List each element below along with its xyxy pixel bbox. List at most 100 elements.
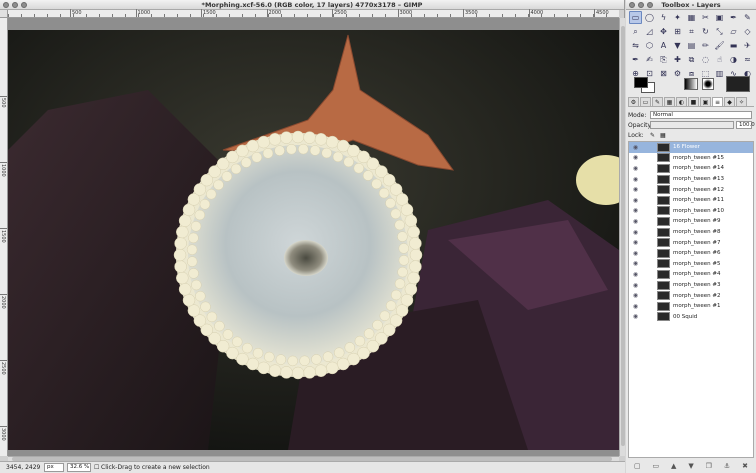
eye-icon[interactable]: ◉ bbox=[631, 259, 640, 268]
heal-icon[interactable]: ✚ bbox=[671, 53, 684, 66]
mypaint-icon[interactable]: ✍ bbox=[643, 53, 656, 66]
opacity-value[interactable]: 100.0 bbox=[736, 121, 755, 129]
ruler-corner[interactable] bbox=[0, 10, 8, 18]
color-picker-icon[interactable]: ✎ bbox=[741, 11, 754, 24]
cage-icon[interactable]: ⬡ bbox=[643, 39, 656, 52]
smudge-icon[interactable]: ☝ bbox=[713, 53, 726, 66]
cancel-icon[interactable]: ☐ bbox=[94, 462, 99, 473]
crop-icon[interactable]: ⌗ bbox=[685, 25, 698, 38]
text-icon[interactable]: A bbox=[657, 39, 670, 52]
active-image-thumbnail[interactable] bbox=[726, 76, 750, 92]
align-icon[interactable]: ⊞ bbox=[671, 25, 684, 38]
eye-icon[interactable]: ◉ bbox=[631, 312, 640, 321]
warp-icon[interactable]: ≈ bbox=[741, 53, 754, 66]
lock-alpha-icon[interactable]: ▦ bbox=[660, 131, 666, 140]
eye-icon[interactable]: ◉ bbox=[631, 196, 640, 205]
layer-row[interactable]: ◉ morph_tween #5 bbox=[629, 259, 753, 270]
canvas-image[interactable] bbox=[8, 30, 619, 450]
layer-thumbnail[interactable] bbox=[657, 301, 670, 311]
anchor-layer-icon[interactable]: ⚓ bbox=[724, 462, 730, 470]
eye-icon[interactable]: ◉ bbox=[631, 175, 640, 184]
blend-icon[interactable]: ▤ bbox=[685, 39, 698, 52]
move-icon[interactable]: ✥ bbox=[657, 25, 670, 38]
layer-row[interactable]: ◉ morph_tween #4 bbox=[629, 269, 753, 280]
tab-channels[interactable]: ◆ bbox=[724, 97, 735, 107]
layer-thumbnail[interactable] bbox=[657, 291, 670, 301]
layer-row[interactable]: ◉ morph_tween #10 bbox=[629, 206, 753, 217]
blur-icon[interactable]: ◌ bbox=[699, 53, 712, 66]
perspective-clone-icon[interactable]: ⧉ bbox=[685, 53, 698, 66]
airbrush-icon[interactable]: ✈ bbox=[741, 39, 754, 52]
perspective-icon[interactable]: ◇ bbox=[741, 25, 754, 38]
delete-layer-icon[interactable]: ✖ bbox=[742, 462, 748, 470]
eye-icon[interactable]: ◉ bbox=[631, 206, 640, 215]
bucket-fill-icon[interactable]: ▼ bbox=[671, 39, 684, 52]
layer-thumbnail[interactable] bbox=[657, 185, 670, 195]
foreground-select-icon[interactable]: ▣ bbox=[713, 11, 726, 24]
eye-icon[interactable]: ◉ bbox=[631, 270, 640, 279]
layer-row[interactable]: ◉ morph_tween #11 bbox=[629, 195, 753, 206]
layer-thumbnail[interactable] bbox=[657, 227, 670, 237]
rect-select-icon[interactable]: ▭ bbox=[629, 11, 642, 24]
zoom-icon[interactable]: ⌕ bbox=[629, 25, 642, 38]
opacity-slider[interactable] bbox=[650, 121, 734, 129]
paintbrush-icon[interactable]: 🖌 bbox=[713, 39, 726, 52]
ellipse-select-icon[interactable]: ◯ bbox=[643, 11, 656, 24]
close-icon[interactable] bbox=[629, 2, 635, 8]
eye-icon[interactable]: ◉ bbox=[631, 185, 640, 194]
layer-thumbnail[interactable] bbox=[657, 248, 670, 258]
layer-row[interactable]: ◉ morph_tween #6 bbox=[629, 248, 753, 259]
brush-preview[interactable] bbox=[702, 78, 714, 90]
dock-titlebar[interactable]: Toolbox - Layers bbox=[626, 0, 756, 10]
tab-images[interactable]: ▣ bbox=[700, 97, 711, 107]
layer-thumbnail[interactable] bbox=[657, 206, 670, 216]
layer-row[interactable]: ◉ morph_tween #12 bbox=[629, 184, 753, 195]
eye-icon[interactable]: ◉ bbox=[631, 291, 640, 300]
new-layer-icon[interactable]: ▢ bbox=[634, 462, 641, 470]
layer-row[interactable]: ◉ morph_tween #3 bbox=[629, 280, 753, 291]
layer-thumbnail[interactable] bbox=[657, 238, 670, 248]
scissors-select-icon[interactable]: ✂ bbox=[699, 11, 712, 24]
maximize-icon[interactable] bbox=[21, 2, 27, 8]
layer-thumbnail[interactable] bbox=[657, 163, 670, 173]
layer-row[interactable]: ◉ 16 Flower bbox=[629, 142, 753, 153]
unit-select[interactable]: px bbox=[44, 463, 64, 472]
eye-icon[interactable]: ◉ bbox=[631, 281, 640, 290]
layer-thumbnail[interactable] bbox=[657, 142, 670, 152]
vertical-ruler[interactable]: 500 1000 1500 2000 2500 3000 bbox=[0, 18, 8, 456]
layer-row[interactable]: ◉ morph_tween #8 bbox=[629, 227, 753, 238]
ink-icon[interactable]: ✒ bbox=[629, 53, 642, 66]
tab-layers[interactable]: ≡ bbox=[712, 97, 723, 107]
tab-brushes[interactable]: ✎ bbox=[652, 97, 663, 107]
flip-icon[interactable]: ⇋ bbox=[629, 39, 642, 52]
fuzzy-select-icon[interactable]: ✦ bbox=[671, 11, 684, 24]
foreground-color-swatch[interactable] bbox=[634, 77, 648, 88]
eye-icon[interactable]: ◉ bbox=[631, 249, 640, 258]
new-layer-group-icon[interactable]: ▭ bbox=[653, 462, 660, 470]
layer-thumbnail[interactable] bbox=[657, 259, 670, 269]
mode-select[interactable]: Normal bbox=[650, 111, 752, 119]
eye-icon[interactable]: ◉ bbox=[631, 153, 640, 162]
layer-row[interactable]: ◉ morph_tween #14 bbox=[629, 163, 753, 174]
minimize-icon[interactable] bbox=[12, 2, 18, 8]
layer-row[interactable]: ◉ morph_tween #7 bbox=[629, 237, 753, 248]
layer-thumbnail[interactable] bbox=[657, 174, 670, 184]
minimize-icon[interactable] bbox=[638, 2, 644, 8]
clone-icon[interactable]: ⎘ bbox=[657, 53, 670, 66]
layer-thumbnail[interactable] bbox=[657, 280, 670, 290]
tab-fonts[interactable]: ■ bbox=[688, 97, 699, 107]
vertical-scrollbar[interactable] bbox=[619, 18, 625, 456]
gradient-preview[interactable] bbox=[684, 78, 698, 90]
layer-row[interactable]: ◉ morph_tween #15 bbox=[629, 153, 753, 164]
layer-thumbnail[interactable] bbox=[657, 312, 670, 322]
lower-layer-icon[interactable]: ▼ bbox=[688, 462, 693, 470]
image-window-titlebar[interactable]: *Morphing.xcf-56.0 (RGB color, 17 layers… bbox=[0, 0, 624, 10]
layer-row[interactable]: ◉ morph_tween #13 bbox=[629, 174, 753, 185]
layer-row[interactable]: ◉ 00 Squid bbox=[629, 312, 753, 323]
layer-thumbnail[interactable] bbox=[657, 269, 670, 279]
duplicate-layer-icon[interactable]: ❐ bbox=[706, 462, 712, 470]
raise-layer-icon[interactable]: ▲ bbox=[671, 462, 676, 470]
eye-icon[interactable]: ◉ bbox=[631, 228, 640, 237]
eye-icon[interactable]: ◉ bbox=[631, 143, 640, 152]
layer-thumbnail[interactable] bbox=[657, 216, 670, 226]
